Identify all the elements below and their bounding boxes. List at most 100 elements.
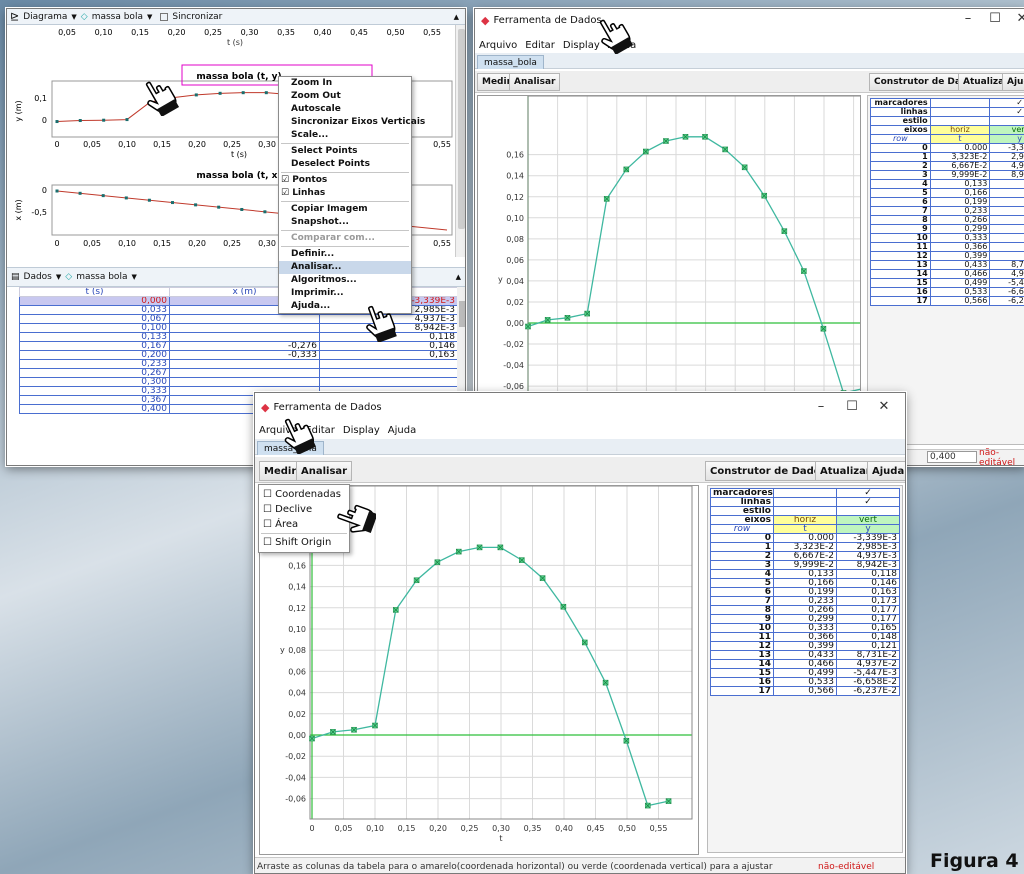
cell-row[interactable]: 8 [710, 605, 774, 615]
chevron-down-icon[interactable]: ▼ [56, 273, 61, 281]
cell-row[interactable]: 4 [710, 569, 774, 579]
menu-display[interactable]: Display [343, 425, 380, 436]
cell-y[interactable]: 0,148 [836, 632, 900, 642]
table-row[interactable]: 80,2660,177 [710, 605, 900, 615]
cell-row[interactable]: 4 [870, 179, 931, 189]
cell-t[interactable]: 9,999E-2 [929, 170, 991, 180]
property-row[interactable]: estilo [870, 116, 1024, 126]
property-label[interactable]: estilo [870, 116, 931, 126]
cell-y[interactable]: 0,118 [836, 569, 900, 579]
maximize-button[interactable]: ☐ [980, 11, 1010, 26]
table-row[interactable]: 13,323E-22,985E-3 [870, 152, 1024, 162]
close-button[interactable]: ✕ [1007, 11, 1024, 26]
cell-t[interactable]: 0,399 [773, 641, 837, 651]
cell-t[interactable]: 0,333 [929, 233, 991, 243]
chevron-down-icon[interactable]: ▼ [147, 13, 152, 21]
cell-row[interactable]: 10 [710, 623, 774, 633]
cell-t[interactable]: 0,533 [929, 287, 991, 297]
table-row[interactable]: 130,4338,731E-2 [870, 260, 1024, 270]
cell-t[interactable]: 3,323E-2 [929, 152, 991, 162]
table-row[interactable]: 100,3330,165 [710, 623, 900, 633]
plot-context-menu[interactable]: Zoom In Zoom Out Autoscale Sincronizar Eixo… [278, 76, 425, 314]
cell-row[interactable]: 1 [870, 152, 931, 162]
cell-row[interactable]: 1 [710, 542, 774, 552]
context-menu-item[interactable]: Zoom Out [279, 90, 411, 103]
cell-row[interactable]: 11 [870, 242, 931, 252]
cell-t[interactable]: 0,366 [929, 242, 991, 252]
axes-label[interactable]: eixos [870, 125, 931, 135]
property-checkbox[interactable] [836, 506, 900, 516]
sync-checkbox[interactable] [160, 12, 169, 21]
cell-y[interactable]: 0,146 [989, 188, 1024, 198]
context-menu-item[interactable]: Analisar... [279, 261, 411, 274]
col-header-y[interactable]: y [989, 134, 1024, 144]
cell-y[interactable]: 4,937E-3 [989, 161, 1024, 171]
cell-y[interactable]: -5,447E-3 [989, 278, 1024, 288]
table-row[interactable]: 170,566-6,237E-2 [870, 296, 1024, 306]
cell-y[interactable]: 0,173 [989, 206, 1024, 216]
cell-t[interactable]: 0,166 [929, 188, 991, 198]
data-table-front[interactable]: marcadores ✓ linhas ✓ estilo eixos horiz vert ro… [710, 488, 900, 696]
property-checkbox[interactable]: ✓ [989, 98, 1024, 108]
context-menu-item[interactable]: Snapshot... [279, 216, 411, 229]
table-row[interactable]: 0,200 -0,333 0,163 [19, 350, 457, 360]
context-menu-item[interactable]: Autoscale [279, 103, 411, 116]
table-icon[interactable]: ▤ [11, 272, 20, 282]
col-header-row[interactable]: row [870, 134, 931, 144]
table-row[interactable]: 39,999E-28,942E-3 [870, 170, 1024, 180]
cell-y[interactable]: 2,985E-3 [989, 152, 1024, 162]
cell-row[interactable]: 12 [710, 641, 774, 651]
property-row[interactable]: linhas ✓ [870, 107, 1024, 117]
context-menu-item[interactable]: Comparar com... [279, 232, 411, 245]
table-row[interactable]: 70,2330,173 [870, 206, 1024, 216]
cell-y[interactable]: -6,237E-2 [836, 686, 900, 696]
table-row[interactable]: 0,300 [19, 377, 457, 387]
table-row[interactable]: 130,4338,731E-2 [710, 650, 900, 660]
table-row[interactable]: 00.000-3,339E-3 [870, 143, 1024, 153]
cell-t[interactable]: 0,566 [773, 686, 837, 696]
cell-row[interactable]: 14 [870, 269, 931, 279]
cell-t[interactable]: 0,533 [773, 677, 837, 687]
property-row[interactable]: marcadores ✓ [870, 98, 1024, 108]
cell-y[interactable]: 4,937E-3 [836, 551, 900, 561]
help-button[interactable]: Ajuda [1002, 73, 1024, 91]
col-header-t[interactable]: t [773, 524, 837, 534]
cell-row[interactable]: 6 [870, 197, 931, 207]
menu-help[interactable]: Ajuda [388, 425, 416, 436]
cell-y[interactable]: 0,163 [836, 587, 900, 597]
property-row[interactable]: linhas ✓ [710, 497, 900, 507]
cell-t[interactable]: 0,166 [773, 578, 837, 588]
cell-t[interactable]: 0,499 [929, 278, 991, 288]
col-header-t[interactable]: t (s) [19, 287, 170, 297]
property-cell[interactable] [929, 116, 991, 126]
table-row[interactable]: 50,1660,146 [710, 578, 900, 588]
property-row[interactable]: estilo [710, 506, 900, 516]
cell-row[interactable]: 3 [710, 560, 774, 570]
property-label[interactable]: marcadores [710, 488, 774, 498]
table-row[interactable]: 39,999E-28,942E-3 [710, 560, 900, 570]
context-menu-item[interactable]: Imprimir... [279, 287, 411, 300]
property-cell[interactable] [929, 107, 991, 117]
table-row[interactable]: 13,323E-22,985E-3 [710, 542, 900, 552]
cell-y[interactable]: 4,937E-2 [989, 269, 1024, 279]
table-row[interactable]: 120,3990,121 [710, 641, 900, 651]
table-row[interactable]: 100,3330,165 [870, 233, 1024, 243]
column-header-row[interactable]: row t y [870, 134, 1024, 144]
cell-t[interactable]: 0.000 [773, 533, 837, 543]
axes-label[interactable]: eixos [710, 515, 774, 525]
cell-y[interactable]: 0,146 [836, 578, 900, 588]
cell-y[interactable]: 0,121 [989, 251, 1024, 261]
cell-t[interactable]: 0,133 [773, 569, 837, 579]
axes-vert[interactable]: vert [836, 515, 900, 525]
cell-t[interactable]: 0,233 [929, 206, 991, 216]
cell-y[interactable]: -6,237E-2 [989, 296, 1024, 306]
cell-t[interactable]: 0,133 [929, 179, 991, 189]
maximize-button[interactable]: ☐ [837, 399, 867, 414]
cell-row[interactable]: 0 [710, 533, 774, 543]
cell-t[interactable]: 0,199 [773, 587, 837, 597]
context-menu-item[interactable]: Deselect Points [279, 158, 411, 171]
chevron-down-icon[interactable]: ▼ [71, 13, 76, 21]
cell-t[interactable]: 6,667E-2 [929, 161, 991, 171]
cell-row[interactable]: 7 [710, 596, 774, 606]
table-row[interactable]: 90,2990,177 [870, 224, 1024, 234]
